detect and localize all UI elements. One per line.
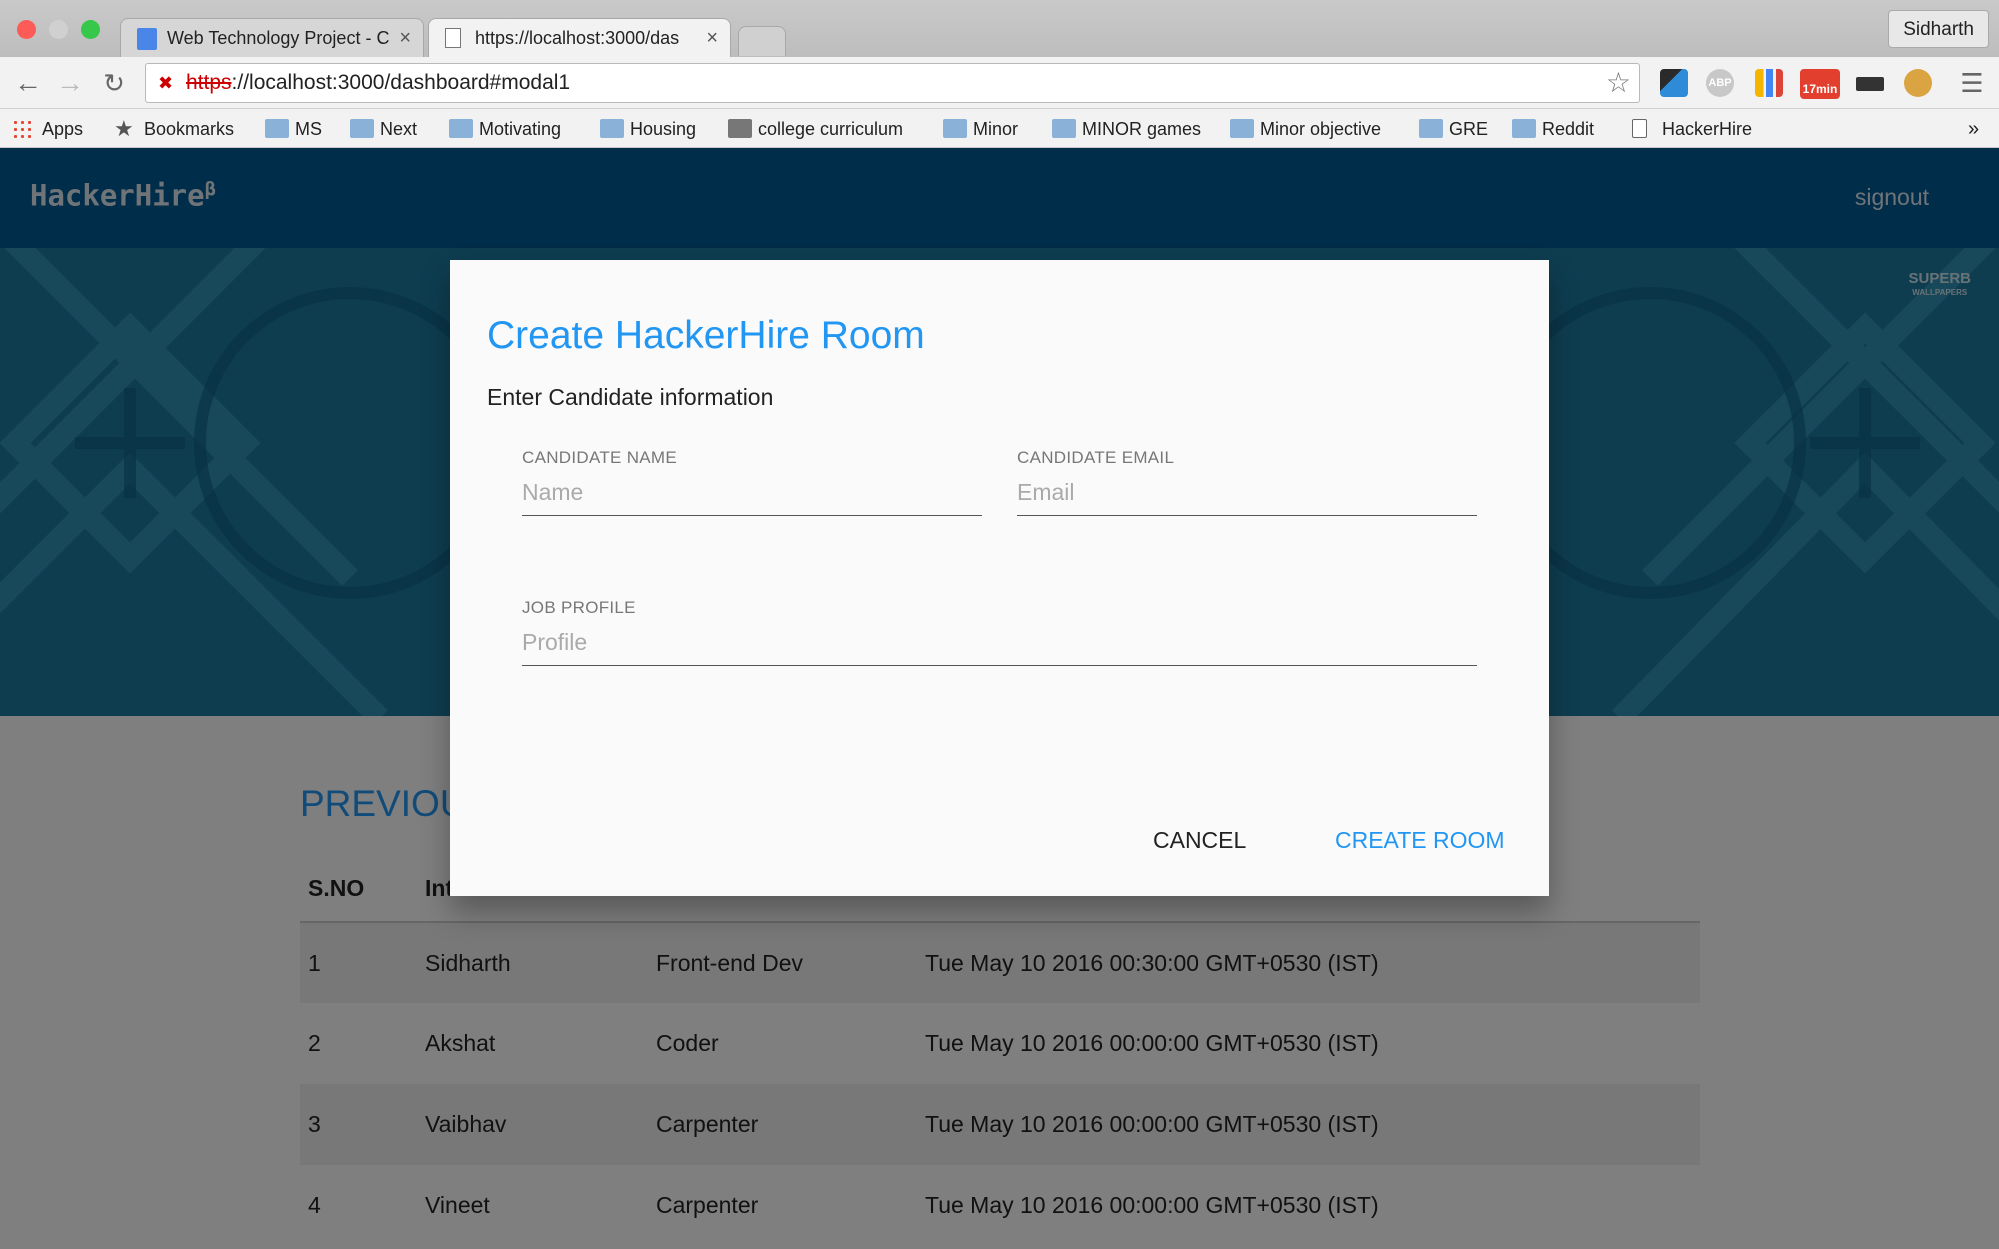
bookmark-folder-minor[interactable]: Minor — [943, 117, 1018, 141]
insecure-lock-icon: ✖ — [158, 73, 174, 93]
create-room-modal: Create HackerHire Room Enter Candidate i… — [450, 260, 1549, 896]
bookmark-folder-housing[interactable]: Housing — [600, 117, 696, 141]
cookie-extension-icon[interactable] — [1904, 69, 1932, 97]
bookmark-folder-motivating[interactable]: Motivating — [449, 117, 561, 141]
candidate-name-input[interactable] — [522, 470, 982, 516]
page-icon — [445, 28, 461, 48]
tab-title: https://localhost:3000/das — [475, 28, 680, 48]
modal-subtitle: Enter Candidate information — [487, 384, 774, 410]
folder-icon — [449, 119, 473, 138]
profile-button[interactable]: Sidharth — [1888, 10, 1989, 48]
cancel-button[interactable]: CANCEL — [1153, 827, 1246, 854]
analytics-extension-icon[interactable] — [1755, 69, 1783, 97]
maximize-window-button[interactable] — [81, 20, 100, 39]
bookmark-folder-college-curriculum[interactable]: college curriculum — [728, 117, 903, 141]
forward-arrow-icon[interactable]: → — [52, 65, 88, 101]
address-bar[interactable]: ✖ https://localhost:3000/dashboard#modal… — [145, 63, 1640, 103]
bookmark-folder-minor-objective[interactable]: Minor objective — [1230, 117, 1381, 141]
bookmark-folder-next[interactable]: Next — [350, 117, 417, 141]
bookmark-hackerhire[interactable]: HackerHire — [1632, 117, 1752, 141]
tab-web-technology-project[interactable]: Web Technology Project - C × — [120, 18, 424, 57]
timer-extension-icon[interactable]: 17min — [1800, 69, 1840, 99]
job-profile-input[interactable] — [522, 620, 1477, 666]
star-icon: ★ — [114, 116, 134, 141]
bookmark-star-icon[interactable]: ☆ — [1606, 64, 1631, 102]
close-tab-icon[interactable]: × — [399, 19, 411, 57]
folder-icon — [1230, 119, 1254, 138]
bookmark-bookmarks[interactable]: ★ Bookmarks — [114, 117, 234, 141]
graduation-cap-icon[interactable] — [1856, 77, 1884, 91]
folder-icon — [1419, 119, 1443, 138]
folder-icon — [1512, 119, 1536, 138]
reload-icon[interactable]: ↻ — [96, 65, 132, 101]
apps-grid-icon — [12, 119, 32, 139]
close-tab-icon[interactable]: × — [706, 19, 718, 57]
browser-chrome: Web Technology Project - C × https://loc… — [0, 0, 1999, 148]
url-scheme: https — [186, 71, 232, 94]
shared-folder-icon — [728, 119, 752, 138]
bookmark-apps[interactable]: Apps — [12, 117, 83, 141]
modal-title: Create HackerHire Room — [487, 314, 925, 357]
create-room-button[interactable]: CREATE ROOM — [1335, 827, 1505, 854]
folder-icon — [943, 119, 967, 138]
tab-title: Web Technology Project - C — [167, 28, 390, 48]
bookmark-folder-ms[interactable]: MS — [265, 117, 322, 141]
url-rest: ://localhost:3000/dashboard#modal1 — [231, 71, 571, 94]
candidate-email-label: CANDIDATE EMAIL — [1017, 448, 1175, 467]
folder-icon — [350, 119, 374, 138]
new-tab-button[interactable] — [738, 26, 786, 56]
bookmarks-overflow-button[interactable]: » — [1968, 117, 1979, 141]
tab-strip: Web Technology Project - C × https://loc… — [0, 0, 1999, 57]
bookmark-folder-gre[interactable]: GRE — [1419, 117, 1488, 141]
folder-icon — [1052, 119, 1076, 138]
docs-icon — [137, 28, 157, 50]
menu-icon[interactable]: ☰ — [1954, 65, 1990, 101]
page-icon — [1632, 119, 1647, 138]
eyedropper-extension-icon[interactable] — [1660, 69, 1688, 97]
bookmarks-bar: Apps ★ Bookmarks MS Next Motivating Housi… — [0, 109, 1999, 148]
back-arrow-icon[interactable]: ← — [10, 65, 46, 101]
bookmark-folder-reddit[interactable]: Reddit — [1512, 117, 1594, 141]
browser-toolbar: ← → ↻ ✖ https://localhost:3000/dashboard… — [0, 57, 1999, 109]
page-viewport: HackerHireβ signout SUPERBWALLPAPERS PRE… — [0, 148, 1999, 1249]
bookmark-folder-minor-games[interactable]: MINOR games — [1052, 117, 1201, 141]
adblock-extension-icon[interactable]: ABP — [1706, 69, 1734, 97]
tab-localhost[interactable]: https://localhost:3000/das × — [428, 18, 731, 57]
folder-icon — [265, 119, 289, 138]
folder-icon — [600, 119, 624, 138]
minimize-window-button[interactable] — [49, 20, 68, 39]
candidate-name-label: CANDIDATE NAME — [522, 448, 678, 467]
candidate-email-input[interactable] — [1017, 470, 1477, 516]
job-profile-label: JOB PROFILE — [522, 598, 636, 617]
close-window-button[interactable] — [17, 20, 36, 39]
